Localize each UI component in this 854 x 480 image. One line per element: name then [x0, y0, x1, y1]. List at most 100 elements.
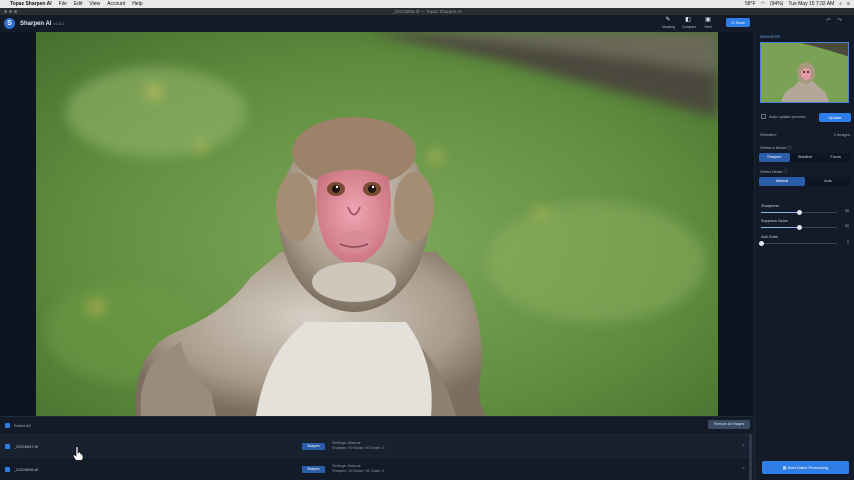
auto-update-checkbox[interactable]: [761, 114, 766, 119]
update-button[interactable]: Update: [819, 113, 851, 122]
window-titlebar: _DSC8006.tif — Topaz Sharpen AI: [0, 8, 854, 15]
app-title: Sharpen AI v1.0.0: [20, 21, 64, 27]
sharpness-fill: [761, 212, 799, 213]
navigator-thumbnail[interactable]: [760, 42, 849, 103]
menu-view[interactable]: View: [89, 1, 100, 7]
menu-app-name[interactable]: Topaz Sharpen AI: [10, 1, 52, 7]
select-all-label: Select All: [14, 423, 31, 428]
thumbnail-image: [761, 43, 848, 102]
app-name: Sharpen AI: [20, 20, 52, 27]
model-option-stabilize[interactable]: Stabilize: [790, 153, 821, 162]
suppress-noise-slider[interactable]: Suppress Noise 50: [761, 219, 849, 230]
file-list-panel: Select All Remove All Images _DSC8047.ti…: [0, 416, 754, 480]
suppress-noise-fill: [761, 227, 799, 228]
save-button[interactable]: ⊙ Save: [726, 18, 750, 27]
info-icon[interactable]: ⓘ: [788, 145, 792, 150]
add-grain-slider[interactable]: Add Grain 0: [758, 235, 849, 246]
file-list-scrollbar[interactable]: [749, 434, 752, 480]
selected-row: Selected: 2 images: [760, 132, 850, 137]
file-list-header: Select All: [0, 417, 754, 434]
sharpness-value: 50: [845, 209, 849, 213]
mode-section-label: Select Mode ⓘ: [760, 169, 787, 175]
add-grain-value: 0: [847, 240, 849, 244]
minimize-window-icon[interactable]: [9, 10, 12, 13]
model-selector: Sharpen Stabilize Focus: [759, 153, 851, 162]
remove-all-images-button[interactable]: Remove All Images: [708, 420, 750, 429]
add-grain-label: Add Grain: [761, 235, 779, 239]
redo-icon[interactable]: ↷: [837, 17, 842, 24]
search-icon[interactable]: ⌕: [839, 1, 842, 7]
undo-icon[interactable]: ↶: [826, 17, 831, 24]
topaz-logo-icon: S: [4, 18, 15, 29]
sharpness-track[interactable]: [761, 210, 837, 215]
toolbar: ✎ Masking ◧ Compare ▣ View: [662, 16, 714, 29]
file-settings: Settings: Manual Sharpen: 50 Noise: 50 G…: [332, 441, 384, 451]
file-checkbox[interactable]: [5, 466, 10, 472]
model-option-sharpen[interactable]: Sharpen: [759, 153, 790, 162]
menu-edit[interactable]: Edit: [74, 1, 83, 7]
auto-update-label: Auto update preview: [769, 114, 806, 119]
file-name: _DSC8047.tif: [14, 443, 38, 449]
menu-help[interactable]: Help: [132, 1, 142, 7]
hand-cursor-icon: [72, 446, 84, 461]
navigator-label: NAVIGATOR: [760, 35, 781, 39]
settings-sidebar: NAVIGATOR Auto update preview Update Sel…: [754, 32, 854, 480]
monkey-photo: [36, 32, 718, 416]
file-row[interactable]: _DSC8006.tif Sharpen Settings: Manual Sh…: [0, 457, 754, 480]
sharpness-slider[interactable]: Sharpness 50: [761, 204, 849, 215]
model-label: Select a Model: [760, 145, 787, 150]
masking-tool-label: Masking: [662, 25, 676, 29]
start-batch-button[interactable]: ▦ Start Batch Processing: [762, 461, 849, 474]
close-window-icon[interactable]: [4, 10, 7, 13]
file-mode-tag: Sharpen: [302, 442, 325, 450]
file-row[interactable]: _DSC8047.tif Sharpen Settings: Manual Sh…: [0, 434, 754, 457]
select-all-checkbox[interactable]: [5, 423, 10, 428]
remove-file-icon[interactable]: ×: [742, 443, 745, 449]
window-title: _DSC8006.tif — Topaz Sharpen AI: [392, 9, 462, 14]
suppress-noise-track[interactable]: [761, 225, 837, 230]
remove-file-icon[interactable]: ×: [742, 466, 745, 472]
file-settings-line2: Sharpen: 50 Noise: 50 Grain: 0: [332, 469, 385, 473]
preview-image[interactable]: [36, 32, 718, 416]
sharpness-handle[interactable]: [796, 210, 802, 215]
menu-file[interactable]: File: [59, 1, 67, 7]
zoom-window-icon[interactable]: [14, 10, 17, 13]
save-icon: ⊙: [731, 20, 735, 25]
model-option-focus[interactable]: Focus: [820, 153, 851, 162]
mode-label: Select Mode: [760, 169, 783, 174]
macos-menu-bar: Topaz Sharpen AI File Edit View Account …: [0, 0, 854, 8]
menu-account[interactable]: Account: [107, 1, 125, 7]
list-icon[interactable]: ≡: [847, 1, 850, 7]
file-name: _DSC8006.tif: [14, 466, 38, 472]
batch-icon: ▦: [782, 465, 787, 470]
app-version: v1.0.0: [53, 20, 65, 26]
add-grain-handle[interactable]: [758, 241, 764, 246]
add-grain-track[interactable]: [758, 241, 837, 246]
battery-percent[interactable]: (94%): [770, 1, 783, 7]
start-batch-label: Start Batch Processing: [787, 465, 829, 470]
masking-tool-button[interactable]: ✎ Masking: [662, 16, 676, 29]
menubar-clock[interactable]: Tue May 15 7:32 AM: [788, 1, 834, 7]
compare-tool-button[interactable]: ◧ Compare: [682, 16, 696, 29]
compare-icon: ◧: [685, 17, 691, 23]
window-controls: [4, 10, 17, 13]
view-icon: ▣: [705, 17, 711, 23]
file-checkbox[interactable]: [5, 443, 10, 449]
view-tool-button[interactable]: ▣ View: [702, 16, 714, 29]
file-settings: Settings: Manual Sharpen: 50 Noise: 50 G…: [332, 464, 384, 474]
wifi-icon[interactable]: ◠: [761, 1, 765, 7]
mode-selector: Manual Auto: [759, 177, 851, 186]
preview-area: Preview: [0, 32, 754, 441]
model-section-label: Select a Model ⓘ: [760, 145, 792, 151]
suppress-noise-handle[interactable]: [796, 225, 802, 230]
app-header: S Sharpen AI v1.0.0 ✎ Masking ◧ Compare ▣…: [0, 15, 854, 32]
file-settings-line2: Sharpen: 50 Noise: 50 Grain: 0: [332, 446, 385, 450]
selected-label: Selected:: [760, 132, 777, 137]
file-mode-tag: Sharpen: [302, 465, 325, 473]
mode-option-manual[interactable]: Manual: [759, 177, 805, 186]
weather-temp[interactable]: 58°F: [745, 1, 756, 7]
info-icon[interactable]: ⓘ: [783, 169, 787, 174]
suppress-noise-value: 50: [845, 224, 849, 228]
auto-update-row[interactable]: Auto update preview: [761, 114, 805, 119]
mode-option-auto[interactable]: Auto: [805, 177, 851, 186]
